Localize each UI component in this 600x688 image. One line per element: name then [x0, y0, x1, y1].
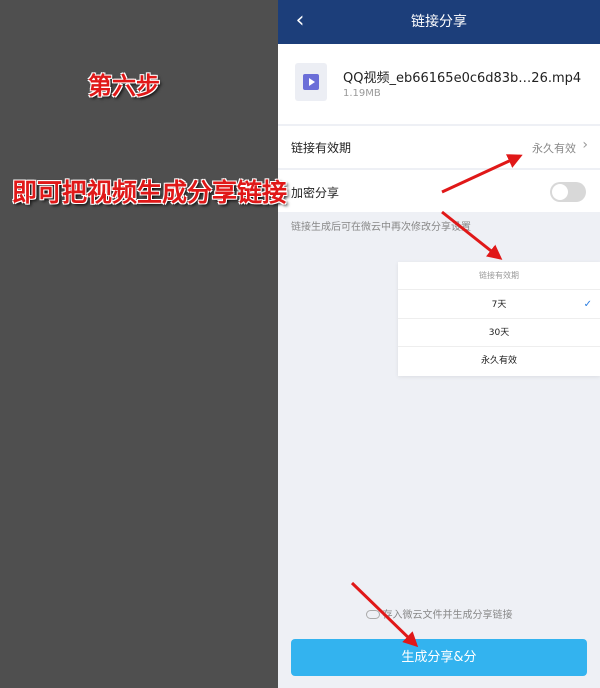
- dropdown-option-permanent[interactable]: 永久有效: [398, 347, 600, 375]
- chevron-right-icon: ›: [582, 137, 588, 153]
- dropdown-option-label: 永久有效: [480, 356, 517, 366]
- save-note: 存入微云文件并生成分享链接: [278, 606, 600, 621]
- video-file-icon: [295, 63, 327, 101]
- encrypt-toggle[interactable]: [550, 182, 586, 202]
- step-caption-annotation: 即可把视频生成分享链接: [12, 178, 288, 207]
- dropdown-option-7-days[interactable]: 7天 ✓: [398, 291, 600, 319]
- expiry-value: 永久有效: [532, 142, 576, 155]
- dropdown-option-30-days[interactable]: 30天: [398, 319, 600, 347]
- cloud-icon: [365, 610, 380, 619]
- file-name: QQ视频_eb66165e0c6d83b…26.mp4: [343, 71, 582, 86]
- check-icon: ✓: [583, 299, 592, 310]
- left-annotation-panel: 第六步: [0, 0, 278, 688]
- page-title: 链接分享: [411, 14, 467, 30]
- dropdown-option-label: 30天: [488, 328, 510, 338]
- dropdown-option-label: 7天: [491, 300, 507, 310]
- dropdown-title: 链接有效期: [398, 262, 600, 290]
- file-size: 1.19MB: [343, 88, 381, 99]
- file-card: QQ视频_eb66165e0c6d83b…26.mp4 1.19MB: [278, 44, 600, 124]
- expiry-dropdown: 链接有效期 7天 ✓ 30天 永久有效: [398, 262, 600, 376]
- expiry-label: 链接有效期: [291, 141, 352, 155]
- settings-hint: 链接生成后可在微云中再次修改分享设置: [291, 222, 471, 233]
- top-bar: ‹ 链接分享: [278, 0, 600, 44]
- phone-screen: ‹ 链接分享 QQ视频_eb66165e0c6d83b…26.mp4 1.19M…: [278, 0, 600, 688]
- save-note-text: 存入微云文件并生成分享链接: [382, 610, 513, 621]
- encrypt-label: 加密分享: [291, 186, 340, 200]
- generate-share-button[interactable]: 生成分享&分: [291, 639, 587, 676]
- encrypt-row: 加密分享: [278, 170, 600, 212]
- expiry-row[interactable]: 链接有效期 永久有效 ›: [278, 126, 600, 168]
- step-title-annotation: 第六步: [88, 72, 160, 100]
